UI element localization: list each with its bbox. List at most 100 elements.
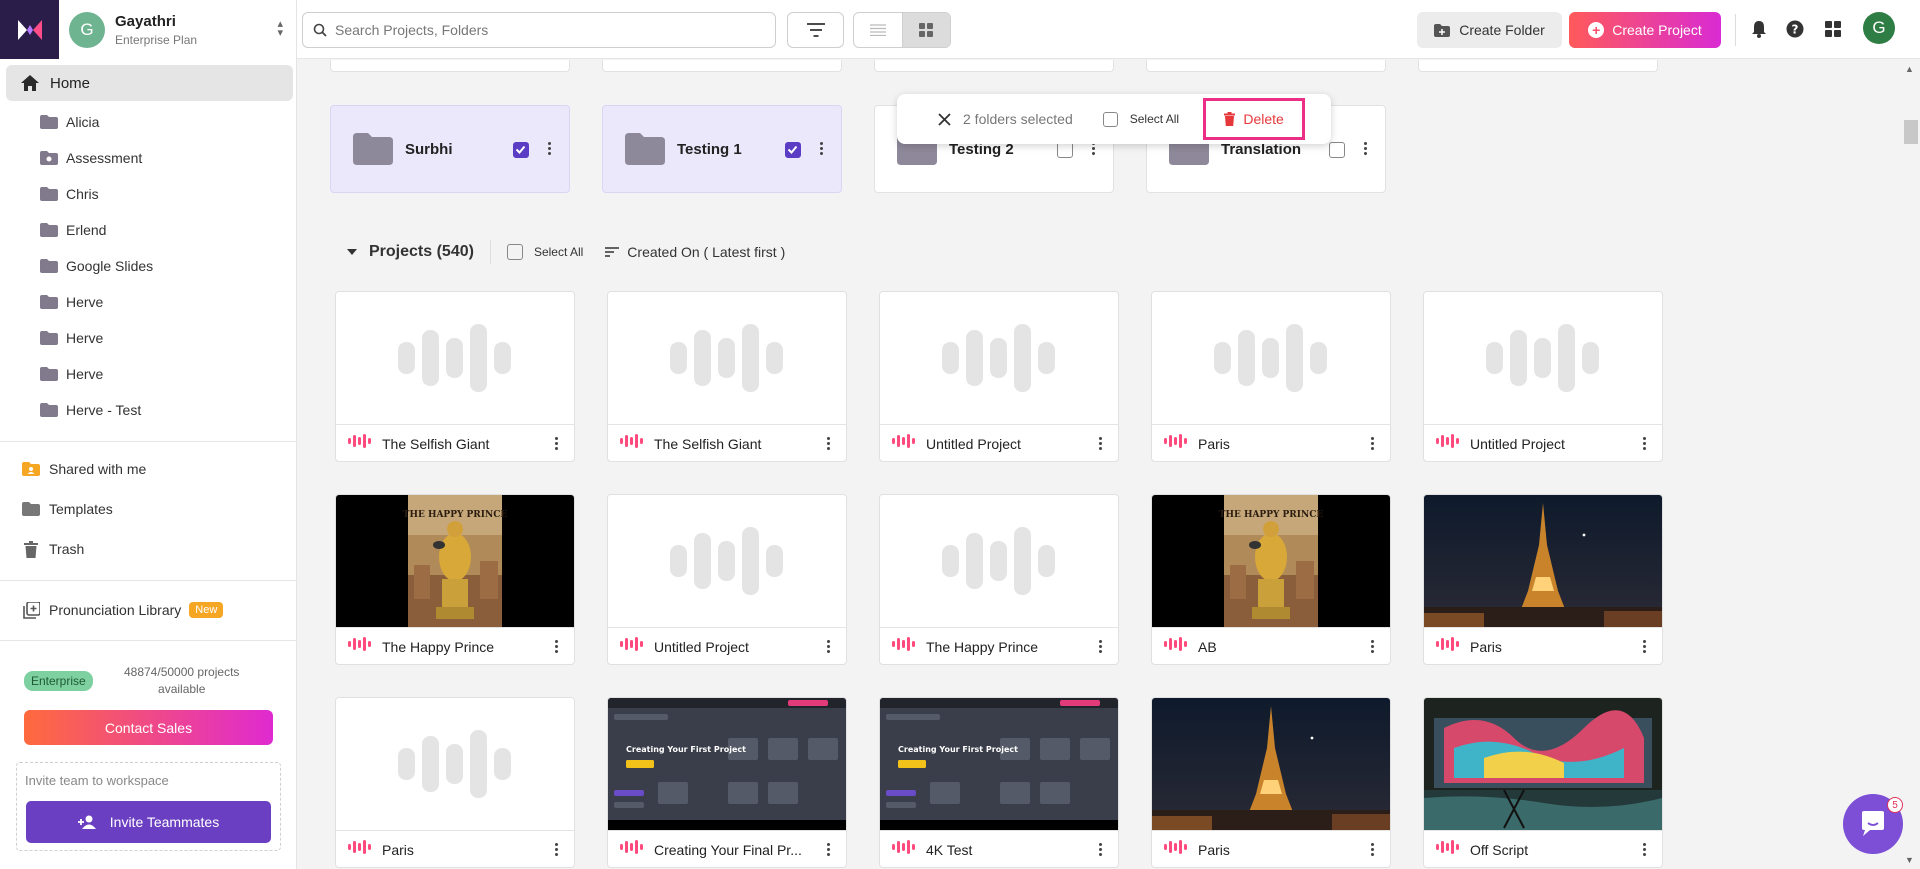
sidebar-folder-erlend[interactable]: Erlend (40, 215, 106, 245)
folder-card-surbhi[interactable]: Surbhi (330, 105, 570, 193)
more-options-icon[interactable] (1099, 843, 1102, 856)
folder-name: Testing 1 (677, 140, 742, 158)
sidebar-folder-alicia[interactable]: Alicia (40, 107, 99, 137)
more-options-icon[interactable] (827, 843, 830, 856)
sidebar-folder-herve[interactable]: Herve (40, 287, 103, 317)
sidebar-folder-herve[interactable]: Herve (40, 323, 103, 353)
apps-button[interactable] (1822, 18, 1844, 40)
more-options-icon[interactable] (555, 640, 558, 653)
project-card[interactable]: Untitled Project (1423, 291, 1663, 462)
sidebar-folder-herve-test[interactable]: Herve - Test (40, 395, 141, 425)
more-options-icon[interactable] (1643, 843, 1646, 856)
app-logo[interactable] (0, 0, 59, 59)
notifications-button[interactable] (1748, 18, 1770, 40)
grid-view-button[interactable] (901, 13, 950, 47)
folder-checkbox[interactable] (1329, 142, 1345, 158)
help-button[interactable]: ? (1784, 18, 1806, 40)
more-options-icon[interactable] (1643, 437, 1646, 450)
project-thumbnail[interactable]: THE HAPPY PRINCE (336, 495, 574, 627)
project-thumbnail[interactable]: Creating Your First Project (608, 698, 846, 830)
more-options-icon[interactable] (1643, 640, 1646, 653)
list-view-button[interactable] (854, 13, 902, 47)
project-card[interactable]: Paris (1151, 291, 1391, 462)
collapse-caret-icon[interactable] (347, 249, 357, 255)
project-card[interactable]: The Selfish Giant (607, 291, 847, 462)
scrollbar[interactable]: ▲ ▼ (1900, 60, 1920, 869)
select-all-label[interactable]: Select All (1130, 112, 1179, 126)
select-all-folders-checkbox[interactable] (1102, 111, 1118, 127)
user-avatar[interactable]: G (1863, 12, 1895, 44)
folder-checkbox[interactable] (785, 142, 801, 158)
more-options-icon[interactable] (1099, 640, 1102, 653)
sidebar-item-pronunciation-library[interactable]: Pronunciation Library New (22, 595, 224, 625)
project-card[interactable]: Creating Your First Project 4K Test (879, 697, 1119, 868)
more-options-icon[interactable] (1364, 142, 1367, 155)
delete-button[interactable]: Delete (1203, 98, 1306, 140)
project-card[interactable]: Creating Your First Project Creating Your… (607, 697, 847, 868)
project-card[interactable]: Untitled Project (879, 291, 1119, 462)
contact-sales-button[interactable]: Contact Sales (24, 710, 273, 745)
sort-icon[interactable] (605, 247, 620, 257)
project-card[interactable]: Paris (1423, 494, 1663, 665)
more-options-icon[interactable] (1371, 843, 1374, 856)
project-thumbnail[interactable] (1424, 495, 1662, 627)
scroll-up-arrow-icon[interactable]: ▲ (1905, 64, 1914, 74)
search-input[interactable] (335, 22, 755, 38)
folder-checkbox[interactable] (1057, 142, 1073, 158)
invite-input[interactable]: Invite team to workspace (25, 773, 169, 788)
folder-card-partial (1146, 60, 1386, 72)
project-card[interactable]: THE HAPPY PRINCE AB (1151, 494, 1391, 665)
more-options-icon[interactable] (555, 437, 558, 450)
folder-card-testing-1[interactable]: Testing 1 (602, 105, 842, 193)
select-all-projects-checkbox[interactable] (506, 244, 523, 260)
project-thumbnail[interactable] (1152, 292, 1390, 424)
sidebar-item-trash[interactable]: Trash (22, 534, 84, 564)
create-project-button[interactable]: + Create Project (1569, 12, 1721, 48)
project-card[interactable]: Paris (1151, 697, 1391, 868)
more-options-icon[interactable] (555, 843, 558, 856)
more-options-icon[interactable] (1371, 640, 1374, 653)
project-thumbnail[interactable] (336, 698, 574, 830)
project-thumbnail[interactable] (880, 495, 1118, 627)
account-switcher[interactable]: G Gayathri Enterprise Plan ▴ ▾ (59, 0, 297, 59)
project-thumbnail[interactable] (880, 292, 1118, 424)
project-card[interactable]: The Happy Prince (879, 494, 1119, 665)
search-box[interactable] (302, 12, 776, 48)
sidebar-item-home[interactable]: Home (6, 65, 293, 101)
more-options-icon[interactable] (1371, 437, 1374, 450)
sidebar-folder-herve[interactable]: Herve (40, 359, 103, 389)
project-thumbnail[interactable]: Creating Your First Project (880, 698, 1118, 830)
project-thumbnail[interactable] (336, 292, 574, 424)
more-options-icon[interactable] (1099, 437, 1102, 450)
project-thumbnail[interactable]: THE HAPPY PRINCE (1152, 495, 1390, 627)
more-options-icon[interactable] (820, 142, 823, 155)
folder-checkbox[interactable] (513, 142, 529, 158)
project-card[interactable]: THE HAPPY PRINCE The Happy Prince (335, 494, 575, 665)
select-all-label[interactable]: Select All (534, 245, 583, 259)
scrollbar-thumb[interactable] (1904, 120, 1918, 144)
create-folder-button[interactable]: Create Folder (1417, 12, 1562, 48)
folder-icon (40, 403, 58, 417)
scroll-down-arrow-icon[interactable]: ▼ (1905, 855, 1914, 865)
more-options-icon[interactable] (548, 142, 551, 155)
project-thumbnail[interactable] (1424, 698, 1662, 830)
filter-button[interactable] (787, 12, 844, 48)
project-card[interactable]: Untitled Project (607, 494, 847, 665)
sidebar-folder-google-slides[interactable]: Google Slides (40, 251, 153, 281)
more-options-icon[interactable] (827, 640, 830, 653)
more-options-icon[interactable] (827, 437, 830, 450)
project-thumbnail[interactable] (1152, 698, 1390, 830)
invite-teammates-button[interactable]: Invite Teammates (26, 801, 271, 843)
sidebar-item-templates[interactable]: Templates (22, 494, 113, 524)
close-icon[interactable] (937, 112, 951, 126)
project-card[interactable]: The Selfish Giant (335, 291, 575, 462)
project-thumbnail[interactable] (608, 292, 846, 424)
project-thumbnail[interactable] (1424, 292, 1662, 424)
sidebar-folder-assessment[interactable]: Assessment (40, 143, 142, 173)
project-thumbnail[interactable] (608, 495, 846, 627)
sidebar-folder-chris[interactable]: Chris (40, 179, 99, 209)
sort-dropdown[interactable]: Created On ( Latest first ) (627, 244, 785, 260)
project-card[interactable]: Paris (335, 697, 575, 868)
project-card[interactable]: Off Script (1423, 697, 1663, 868)
sidebar-item-shared[interactable]: Shared with me (22, 454, 146, 484)
